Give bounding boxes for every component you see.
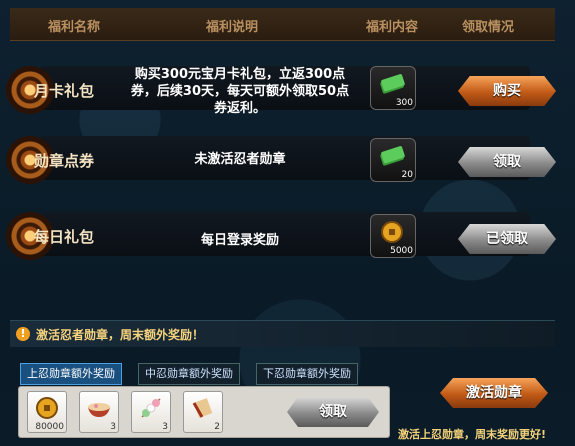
benefit-description: 未激活忍者勋章: [194, 152, 286, 167]
reward-slot[interactable]: 3: [79, 391, 119, 433]
activate-medal-button[interactable]: 激活勋章: [440, 378, 548, 408]
reward-slot[interactable]: 3: [131, 391, 171, 433]
reward-slot[interactable]: 2: [183, 391, 223, 433]
reward-count: 3: [162, 422, 168, 432]
tab-chunin-reward[interactable]: 中忍勋章额外奖励: [138, 363, 240, 385]
cash-icon: [380, 146, 405, 166]
coin-icon: [381, 221, 403, 243]
reward-count: 80000: [35, 422, 64, 432]
alert-icon: !: [16, 327, 30, 341]
footer-text: 激活上忍勋章，周末奖励更好!: [398, 428, 547, 441]
benefit-name: 勋章点券: [34, 152, 95, 170]
reward-claim-button[interactable]: 领取: [287, 397, 379, 427]
reward-count: 2: [214, 422, 220, 432]
dango-icon: [141, 398, 161, 418]
item-count: 20: [401, 170, 413, 180]
notice-bar: ! 激活忍者勋章，周末额外奖励！: [10, 320, 555, 347]
tab-genin-reward[interactable]: 下忍勋章额外奖励: [256, 363, 358, 385]
reward-slot[interactable]: 80000: [27, 391, 67, 433]
reward-tray: 80000 3 3 2 领取: [18, 386, 390, 438]
notice-text: 激活忍者勋章，周末额外奖励！: [36, 328, 205, 342]
col-name-header: 福利名称: [48, 20, 101, 35]
table-header: 福利名称 福利说明 福利内容 领取情况: [10, 8, 555, 41]
benefit-description: 购买300元宝月卡礼包，立返300点券，后续30天，每天可额外领取50点券返利。: [130, 67, 350, 116]
benefit-item[interactable]: 20: [370, 138, 416, 182]
reward-count: 3: [110, 422, 116, 432]
cash-icon: [380, 74, 405, 94]
benefit-row: 月卡礼包 购买300元宝月卡礼包，立返300点券，后续30天，每天可额外领取50…: [0, 58, 575, 116]
benefit-row: 每日礼包 每日登录奖励 5000 已领取: [0, 204, 575, 262]
item-count: 300: [395, 98, 413, 108]
col-status-header: 领取情况: [462, 20, 515, 35]
buy-button[interactable]: 购买: [458, 76, 556, 106]
claim-button[interactable]: 领取: [458, 147, 556, 177]
benefit-description: 每日登录奖励: [200, 233, 279, 248]
benefit-item[interactable]: 300: [370, 66, 416, 110]
ramen-bowl-icon: [88, 403, 110, 417]
benefit-name: 每日礼包: [34, 228, 95, 246]
claimed-button[interactable]: 已领取: [458, 224, 556, 254]
coin-icon: [36, 397, 58, 419]
benefit-item[interactable]: 5000: [370, 214, 416, 258]
scroll-icon: [192, 398, 213, 418]
tab-jonin-reward[interactable]: 上忍勋章额外奖励: [20, 363, 122, 385]
item-count: 5000: [390, 246, 413, 256]
col-desc-header: 福利说明: [206, 20, 259, 35]
benefit-name: 月卡礼包: [34, 82, 95, 100]
benefit-row: 勋章点券 未激活忍者勋章 20 领取: [0, 128, 575, 186]
col-content-header: 福利内容: [366, 20, 419, 35]
